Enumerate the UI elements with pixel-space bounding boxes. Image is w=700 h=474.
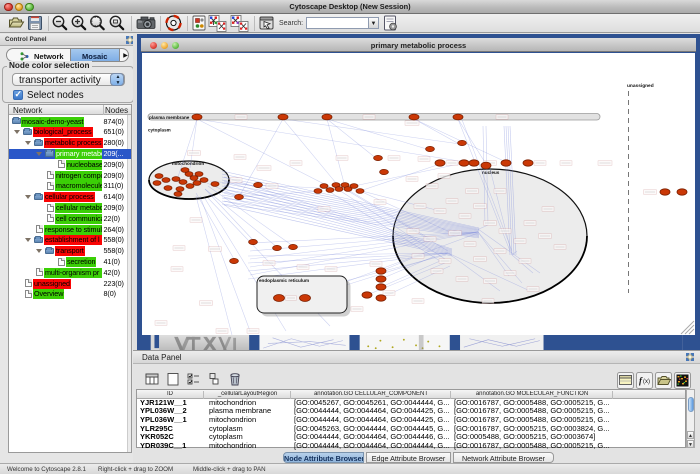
svg-text:(x): (x): [643, 379, 650, 385]
svg-text:mitochondrion: mitochondrion: [172, 161, 204, 166]
svg-text:endoplasmic reticulum: endoplasmic reticulum: [259, 278, 309, 283]
svg-text:unassigned: unassigned: [627, 83, 654, 89]
svg-text:plasma membrane: plasma membrane: [149, 115, 190, 120]
svg-text:cytoplasm: cytoplasm: [148, 128, 171, 133]
